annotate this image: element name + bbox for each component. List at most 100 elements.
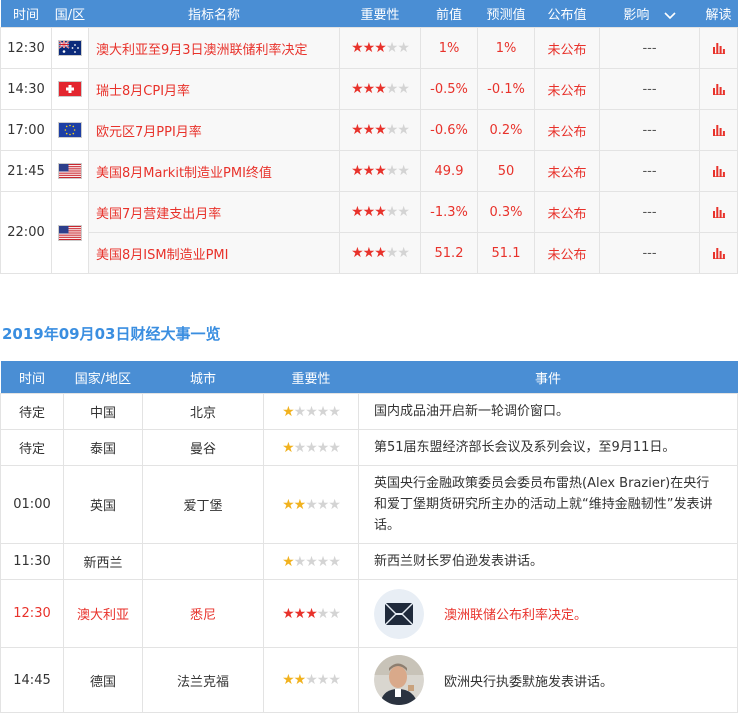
star-filled-icon: ★ (293, 605, 307, 622)
chevron-down-icon (664, 11, 676, 19)
australia-flag-icon (58, 40, 82, 56)
star-empty-icon: ★ (305, 403, 318, 420)
star-empty-icon: ★ (328, 672, 341, 688)
star-filled-icon: ★ (351, 204, 364, 220)
importance-stars: ★★★★★ (263, 393, 359, 430)
actual-value: 未公布 (534, 109, 600, 151)
star-filled-icon: ★ (293, 496, 307, 513)
star-empty-icon: ★ (316, 496, 330, 513)
interpret-button[interactable] (699, 232, 738, 274)
star-filled-icon: ★ (351, 40, 364, 56)
interpret-button[interactable] (699, 68, 738, 110)
impact-dropdown[interactable]: 影响 (599, 0, 700, 28)
impact-value: --- (599, 68, 700, 110)
interpret-button[interactable] (699, 191, 738, 233)
indicator-link[interactable]: 美国8月Markit制造业PMI终值 (88, 150, 340, 192)
switzerland-flag-icon (58, 81, 82, 97)
star-empty-icon: ★ (397, 40, 410, 56)
star-filled-icon: ★ (362, 81, 376, 97)
col-forecast: 预测值 (477, 0, 535, 28)
star-filled-icon: ★ (362, 122, 376, 138)
event-text: 欧洲央行执委默施发表讲话。 (444, 674, 614, 690)
chart-bars-icon (712, 83, 725, 95)
star-empty-icon: ★ (385, 245, 399, 261)
importance-stars: ★★★★★ (339, 150, 421, 192)
star-empty-icon: ★ (316, 605, 330, 622)
star-filled-icon: ★ (374, 122, 387, 138)
country-flag-cell (51, 109, 89, 151)
calendar-row: 22:00 美国7月营建支出月率 ★★★★★ -1.3% 0.3% 未公布 --- (0, 191, 738, 274)
interpret-button[interactable] (699, 27, 738, 69)
star-filled-icon: ★ (362, 204, 376, 220)
row-time: 22:00 (0, 191, 52, 274)
event-country: 德国 (63, 647, 143, 713)
star-empty-icon: ★ (397, 163, 410, 179)
previous-value: -0.6% (420, 109, 478, 151)
star-filled-icon: ★ (374, 163, 387, 179)
event-description: 澳洲联储公布利率决定。 (358, 579, 738, 648)
star-filled-icon: ★ (374, 204, 387, 220)
forecast-value: 0.3% (477, 191, 535, 233)
indicator-link[interactable]: 美国7月营建支出月率 (88, 191, 340, 233)
event-content: 欧洲央行执委默施发表讲话。 (374, 655, 737, 705)
star-filled-icon: ★ (282, 403, 295, 420)
star-filled-icon: ★ (351, 81, 364, 97)
calendar-row: 美国8月ISM制造业PMI ★★★★★ 51.2 51.1 未公布 --- (1, 232, 738, 274)
interpret-button[interactable] (699, 150, 738, 192)
star-filled-icon: ★ (351, 245, 364, 261)
event-description: 欧洲央行执委默施发表讲话。 (358, 647, 738, 713)
col-previous: 前值 (420, 0, 478, 28)
event-row: 待定 泰国 曼谷 ★★★★★ 第51届东盟经济部长会议及系列会议，至9月11日。 (0, 429, 738, 466)
chart-bars-icon (712, 206, 725, 218)
us-flag-icon (58, 224, 82, 241)
star-empty-icon: ★ (305, 553, 318, 570)
star-empty-icon: ★ (385, 204, 399, 220)
events-header-row: 时间 国家/地区 城市 重要性 事件 (0, 361, 738, 394)
eu-flag-icon (58, 122, 82, 138)
chart-bars-icon (712, 165, 725, 177)
importance-stars: ★★★★★ (339, 27, 421, 69)
impact-value: --- (599, 191, 700, 233)
forecast-value: 1% (477, 27, 535, 69)
actual-value: 未公布 (534, 150, 600, 192)
importance-stars: ★★★★★ (339, 191, 421, 233)
event-city (142, 543, 264, 580)
previous-value: -1.3% (420, 191, 478, 233)
indicator-link[interactable]: 瑞士8月CPI月率 (88, 68, 340, 110)
indicator-link[interactable]: 澳大利亚至9月3日澳洲联储利率决定 (88, 27, 340, 69)
forecast-value: 51.1 (477, 232, 535, 274)
importance-stars: ★★★★★ (263, 579, 359, 648)
star-empty-icon: ★ (328, 403, 341, 420)
row-time: 12:30 (0, 27, 52, 69)
star-empty-icon: ★ (316, 439, 330, 456)
row-time: 14:30 (0, 68, 52, 110)
impact-value: --- (599, 27, 700, 69)
chart-bars-icon (712, 124, 725, 136)
event-row: 14:45 德国 法兰克福 ★★★★★ 欧洲央行执委默施发表讲话。 (0, 647, 738, 713)
forecast-value: 0.2% (477, 109, 535, 151)
col-importance: 重要性 (263, 361, 359, 394)
star-filled-icon: ★ (293, 672, 307, 688)
previous-value: 1% (420, 27, 478, 69)
col-city: 城市 (142, 361, 264, 394)
star-filled-icon: ★ (351, 163, 364, 179)
star-filled-icon: ★ (282, 672, 295, 688)
event-time: 12:30 (0, 579, 64, 648)
star-empty-icon: ★ (305, 439, 318, 456)
event-city: 曼谷 (142, 429, 264, 466)
col-country: 国家/地区 (63, 361, 143, 394)
importance-stars: ★★★★★ (263, 429, 359, 466)
calendar-table: 时间 国/区 指标名称 重要性 前值 预测值 公布值 影响 解读 12:30 澳大… (0, 0, 738, 274)
indicator-link[interactable]: 美国8月ISM制造业PMI (88, 232, 340, 274)
star-filled-icon: ★ (362, 40, 376, 56)
event-time: 11:30 (0, 543, 64, 580)
event-description: 新西兰财长罗伯逊发表讲话。 (358, 543, 738, 580)
star-filled-icon: ★ (374, 81, 387, 97)
indicator-link[interactable]: 欧元区7月PPI月率 (88, 109, 340, 151)
star-empty-icon: ★ (316, 553, 330, 570)
star-empty-icon: ★ (293, 403, 307, 420)
interpret-button[interactable] (699, 109, 738, 151)
star-filled-icon: ★ (305, 605, 318, 622)
country-flag-cell (51, 150, 89, 192)
event-time: 14:45 (0, 647, 64, 713)
